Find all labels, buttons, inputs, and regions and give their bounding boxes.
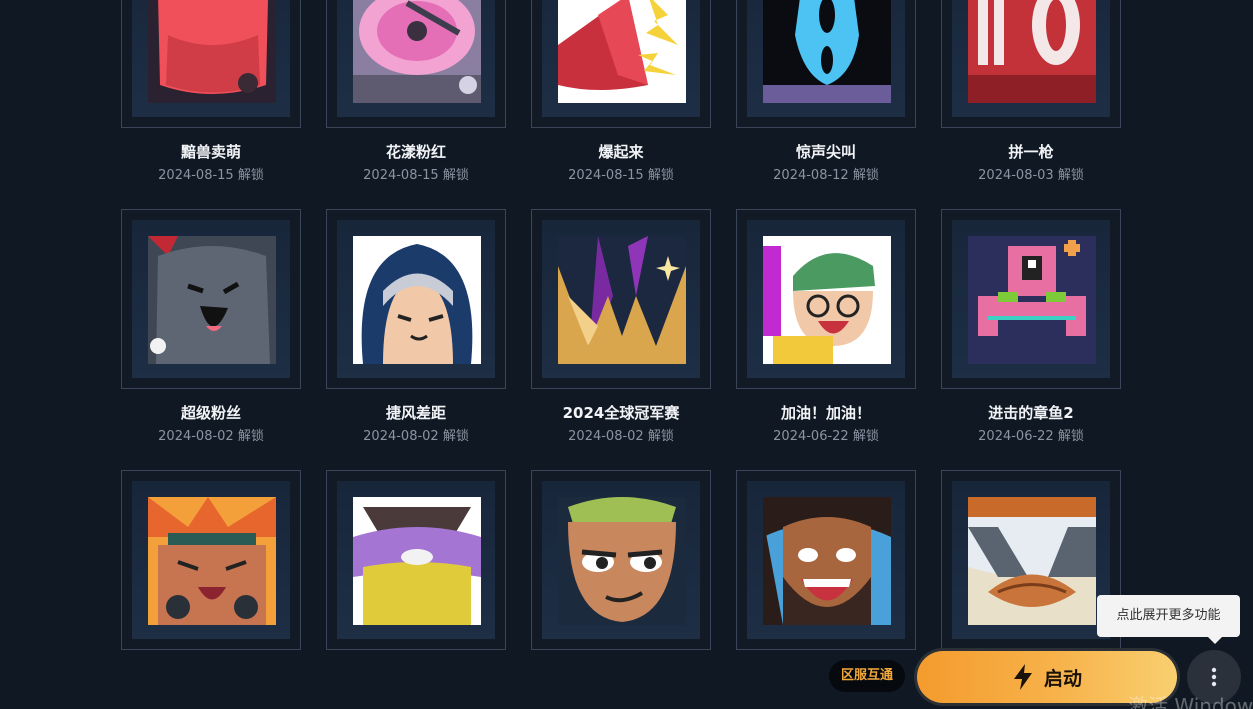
spray-card[interactable]: [121, 470, 301, 702]
launch-label: 启动: [1043, 667, 1082, 690]
spray-art-red-blob: [148, 0, 276, 103]
spray-art-gold-crown: [558, 236, 686, 364]
spray-unlock-date: 2024-08-03 解锁: [978, 168, 1084, 183]
spray-card[interactable]: 爆起来 2024-08-15 解锁: [531, 0, 711, 183]
collection-page: 黯兽卖萌 2024-08-15 解锁 花漾粉红 2024-08-15 解锁 爆起…: [0, 0, 1253, 709]
spray-name: 拼一枪: [1008, 143, 1054, 161]
spray-name: 花漾粉红: [385, 143, 446, 161]
spray-art-green-beanie-agent: [763, 236, 891, 364]
spray-art-pixel-octopus: [968, 236, 1096, 364]
spray-art-bearded-laugh: [763, 497, 891, 625]
spray-card[interactable]: 拼一枪 2024-08-03 解锁: [941, 0, 1121, 183]
spray-card[interactable]: 花漾粉红 2024-08-15 解锁: [326, 0, 506, 183]
cross-region-badge[interactable]: 区服互通: [829, 660, 905, 692]
spray-name: 爆起来: [598, 143, 644, 161]
spray-unlock-date: 2024-08-02 解锁: [158, 429, 264, 444]
spray-unlock-date: 2024-08-15 解锁: [568, 168, 674, 183]
spray-card[interactable]: [531, 470, 711, 702]
spray-unlock-date: 2024-08-15 解锁: [158, 168, 264, 183]
spray-art-laughing-agent: [148, 497, 276, 625]
spray-art-duck-visor: [968, 497, 1096, 625]
tooltip-arrow: [1208, 637, 1222, 644]
spray-art-red-horn: [558, 0, 686, 103]
spray-art-smug-face: [558, 497, 686, 625]
spray-card[interactable]: [326, 470, 506, 702]
spray-name: 进击的章鱼2: [988, 404, 1074, 422]
spray-unlock-date: 2024-08-12 解锁: [773, 168, 879, 183]
spray-unlock-date: 2024-06-22 解锁: [978, 429, 1084, 444]
spray-name: 超级粉丝: [180, 404, 241, 422]
spray-name: 加油！加油！: [780, 404, 871, 422]
spray-card[interactable]: 捷风差距 2024-08-02 解锁: [326, 209, 506, 444]
vertical-ellipsis-icon: [1211, 667, 1217, 687]
spray-card[interactable]: 进击的章鱼2 2024-06-22 解锁: [941, 209, 1121, 444]
spray-card[interactable]: 惊声尖叫 2024-08-12 解锁: [736, 0, 916, 183]
spray-unlock-date: 2024-08-02 解锁: [568, 429, 674, 444]
spray-art-grey-creature: [148, 236, 276, 364]
spray-card[interactable]: 2024全球冠军赛 2024-08-02 解锁: [531, 209, 711, 444]
spray-unlock-date: 2024-06-22 解锁: [773, 429, 879, 444]
spray-art-blue-hood-agent: [353, 236, 481, 364]
spray-name: 捷风差距: [385, 404, 446, 422]
spray-name: 2024全球冠军赛: [562, 404, 680, 422]
spray-name: 黯兽卖萌: [180, 143, 241, 161]
spray-unlock-date: 2024-08-15 解锁: [363, 168, 469, 183]
spray-name: 惊声尖叫: [795, 143, 856, 161]
spray-card[interactable]: 超级粉丝 2024-08-02 解锁: [121, 209, 301, 444]
spray-art-red-ammo: [968, 0, 1096, 103]
windows-activation-watermark: 激活 Windows: [1128, 694, 1253, 709]
spray-art-pink-turntable: [353, 0, 481, 103]
spray-frame: [121, 0, 301, 128]
lightning-bolt-icon: [1013, 664, 1032, 690]
spray-art-blue-scream: [763, 0, 891, 103]
spray-unlock-date: 2024-08-02 解锁: [363, 429, 469, 444]
more-functions-tooltip: 点此展开更多功能: [1097, 595, 1240, 637]
spray-card[interactable]: 黯兽卖萌 2024-08-15 解锁: [121, 0, 301, 183]
spray-art-purple-bird: [353, 497, 481, 625]
spray-card[interactable]: 加油！加油！ 2024-06-22 解锁: [736, 209, 916, 444]
